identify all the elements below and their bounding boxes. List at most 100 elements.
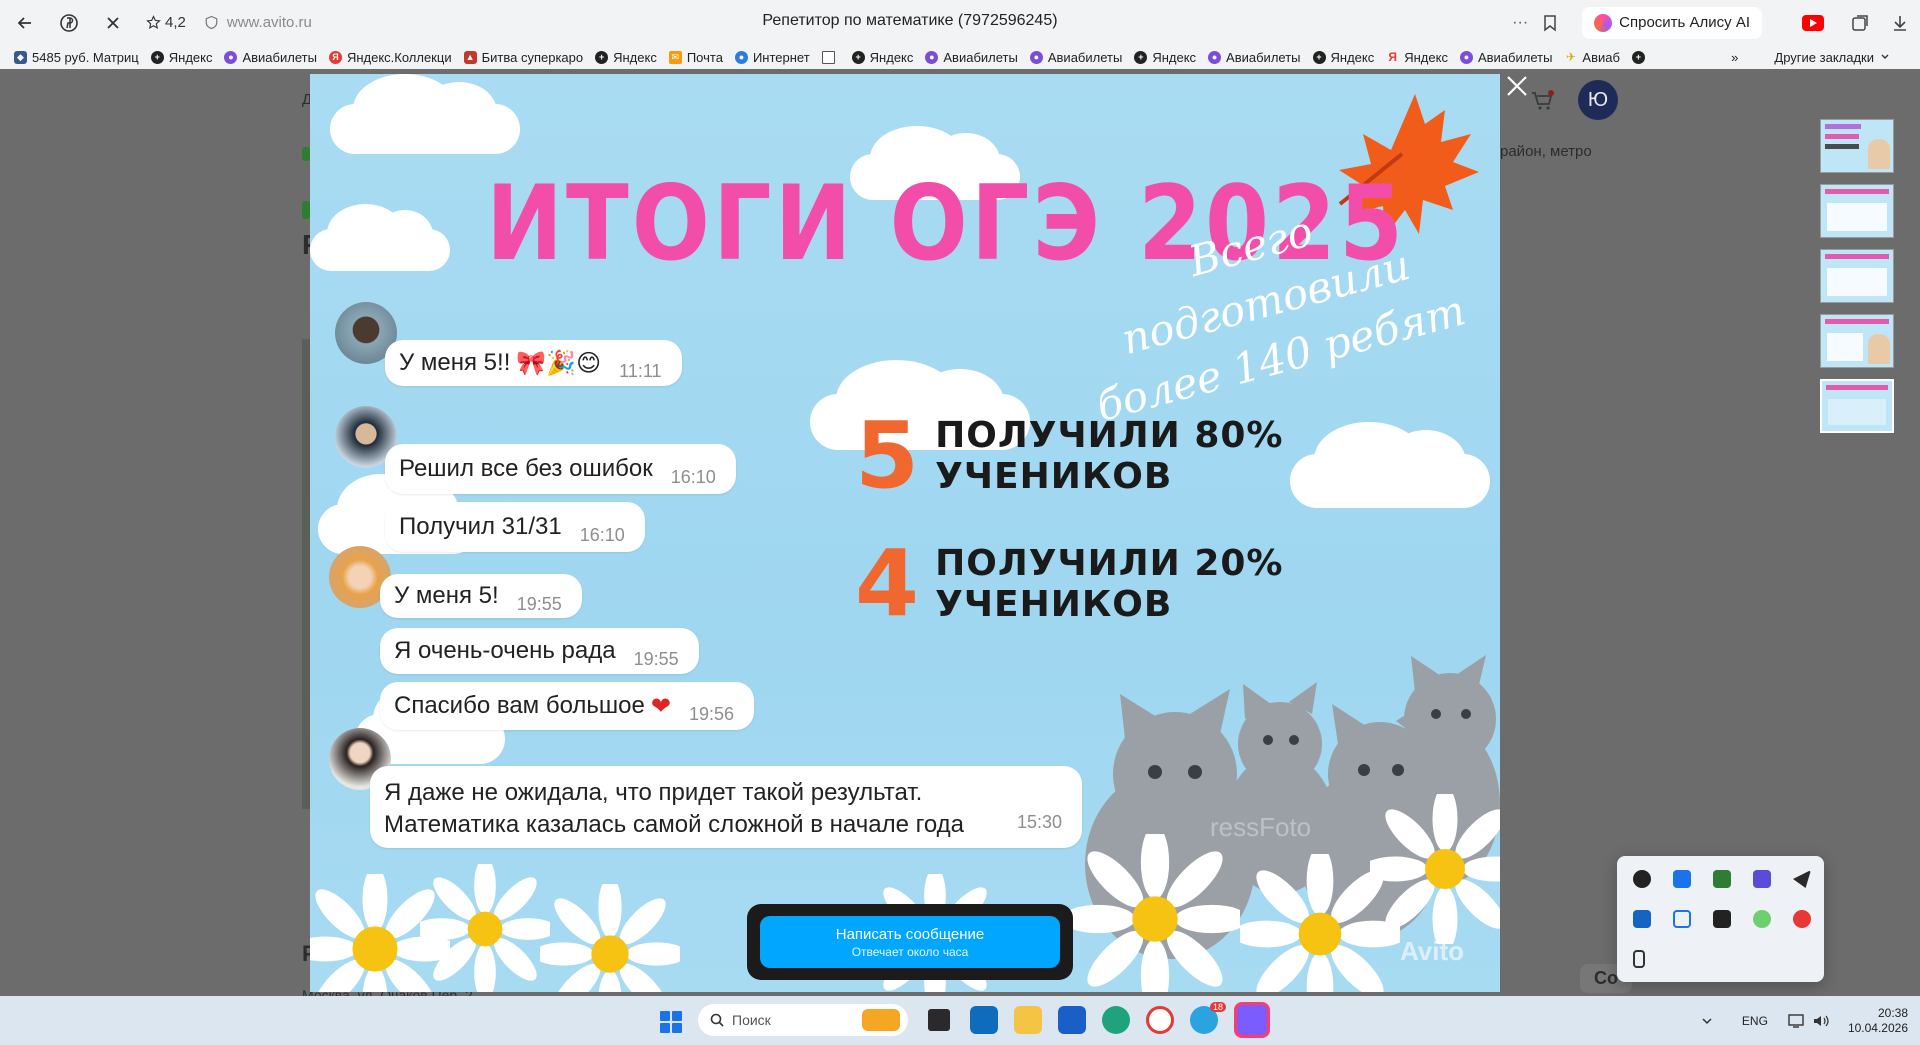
gallery-strip	[302, 339, 310, 809]
bookmark-item[interactable]: ● Авиабилеты	[1029, 50, 1122, 65]
yandex-browser-icon[interactable]	[1146, 1006, 1174, 1034]
collections-icon[interactable]	[1850, 13, 1870, 33]
taskbar-search[interactable]: Поиск	[698, 1004, 908, 1036]
cart-icon[interactable]	[1530, 90, 1554, 112]
globe-icon: ●	[1208, 50, 1222, 64]
bookmark-item[interactable]: + Яндекс	[595, 50, 657, 65]
file-explorer-icon[interactable]	[1014, 1006, 1042, 1034]
screen-recorder-icon[interactable]	[1234, 1002, 1270, 1038]
bookmark-item[interactable]: ✈ Авиаб	[1564, 50, 1620, 65]
alice-label: Спросить Алису AI	[1619, 14, 1750, 31]
thumb-title	[1825, 144, 1859, 149]
bookmark-item[interactable]: +	[1631, 50, 1650, 64]
stat-row-5: 5 ПОЛУЧИЛИ 80% УЧЕНИКОВ	[855, 402, 1500, 509]
bookmark-item[interactable]: ● Интернет	[734, 50, 810, 65]
store-icon[interactable]	[1058, 1006, 1086, 1034]
bookmark-item[interactable]: + Яндекс	[1134, 50, 1196, 65]
snipping-tray-icon[interactable]	[1673, 910, 1691, 928]
bookmark-item[interactable]: ● Авиабилеты	[1208, 50, 1301, 65]
telegram-tray-icon[interactable]	[1793, 870, 1811, 888]
chat-message: Спасибо вам большое ❤ 19:56	[380, 682, 755, 730]
bookmark-item[interactable]: ● Авиабилеты	[925, 50, 1018, 65]
plus-icon: +	[1312, 50, 1326, 64]
chevron-down-icon	[1881, 54, 1889, 59]
write-message-label: Написать сообщение	[835, 925, 985, 943]
language-indicator[interactable]: ENG	[1742, 1014, 1768, 1028]
yandex-icon: Я	[328, 50, 342, 64]
bookmark-item[interactable]	[821, 50, 840, 64]
gallery-thumbnail-active[interactable]	[1820, 379, 1894, 433]
gallery-thumbnail[interactable]	[1820, 314, 1894, 368]
globe-icon: ●	[925, 50, 939, 64]
youtube-icon[interactable]	[1802, 14, 1824, 31]
contact-panel: Написать сообщение Отвечает около часа	[747, 904, 1073, 980]
bookmark-item[interactable]: + Яндекс	[1312, 50, 1374, 65]
message-emoji: 🎀🎉😊	[516, 349, 602, 377]
site-rating[interactable]: 4,2	[146, 14, 186, 31]
plane-icon: ✈	[1565, 50, 1576, 64]
thumb-body	[1827, 203, 1887, 231]
start-button[interactable]	[660, 1011, 682, 1033]
monitor-tray-icon[interactable]	[1633, 910, 1651, 928]
bookmarks-chevron-button[interactable]: »	[1731, 50, 1738, 65]
windows-logo-pane	[672, 1011, 682, 1021]
bookmark-item[interactable]: Я Яндекс.Коллекци	[328, 50, 452, 65]
other-bookmarks-button[interactable]: Другие закладки	[1774, 50, 1874, 65]
bookmark-item[interactable]: Я Яндекс	[1386, 50, 1448, 65]
bookmark-item[interactable]: ▲ Битва суперкаро	[463, 50, 583, 65]
clock[interactable]: 20:38 10.04.2026	[1848, 1006, 1908, 1036]
qq-tray-icon[interactable]	[1633, 870, 1651, 888]
terminal-tray-icon[interactable]	[1713, 910, 1731, 928]
bookmark-item[interactable]: ✉ Почта	[668, 50, 723, 65]
bookmark-item[interactable]: ● Авиабилеты	[1459, 50, 1552, 65]
yandex-tray-icon[interactable]	[1793, 910, 1811, 928]
bookmark-icon[interactable]	[1542, 14, 1558, 32]
volume-icon[interactable]	[1812, 1013, 1830, 1029]
bookmark-item[interactable]: ● Авиабилеты	[224, 50, 317, 65]
chat-message: Я очень-очень рада 19:55	[380, 628, 699, 674]
message-text: Получил 31/31	[399, 513, 562, 540]
gallery-thumbnail[interactable]	[1820, 184, 1894, 238]
screen-recorder-tray-icon[interactable]	[1753, 870, 1771, 888]
network-icon[interactable]	[1788, 1013, 1806, 1029]
address-bar[interactable]: www.avito.ru	[204, 14, 312, 31]
outlook-icon[interactable]	[970, 1006, 998, 1034]
download-icon[interactable]	[1890, 13, 1910, 33]
user-avatar[interactable]: Ю	[1578, 80, 1618, 120]
more-options-button[interactable]: ···	[1512, 14, 1528, 32]
bookmark-item[interactable]: + Яндекс	[851, 50, 913, 65]
gallery-thumbnail[interactable]	[1820, 249, 1894, 303]
yandex-home-button[interactable]	[50, 6, 88, 40]
nvidia-tray-icon[interactable]	[1713, 870, 1731, 888]
task-view-icon[interactable]	[928, 1009, 950, 1031]
back-button[interactable]	[6, 6, 44, 40]
telegram-icon[interactable]: 18	[1190, 1002, 1226, 1034]
gallery-thumbnail[interactable]	[1820, 119, 1894, 173]
bookmark-item[interactable]: ◆ 5485 руб. Матриц	[14, 50, 139, 65]
thumb-title	[1825, 124, 1861, 129]
edge-icon[interactable]	[1102, 1006, 1130, 1034]
bing-tray-icon[interactable]	[1673, 870, 1691, 888]
avito-watermark: Avito	[1400, 936, 1465, 966]
plus-icon: +	[851, 50, 865, 64]
green-badge	[302, 147, 310, 161]
ask-alice-button[interactable]: Спросить Алису AI	[1582, 6, 1762, 39]
chat-message: У меня 5! 19:55	[380, 574, 582, 618]
windows-taskbar: Поиск 18 ENG 20:38 10.04.2026	[0, 996, 1920, 1045]
usb-tray-icon[interactable]	[1633, 950, 1645, 968]
stop-loading-button[interactable]	[94, 6, 132, 40]
message-text: У меня 5!!	[399, 349, 511, 376]
close-icon	[1507, 76, 1527, 96]
plus-icon: +	[150, 50, 164, 64]
close-gallery-button[interactable]	[1503, 72, 1531, 100]
gallery-main-image[interactable]: ИТОГИ ОГЭ 2025 Всего подготовили более 1…	[310, 74, 1500, 992]
write-message-button[interactable]: Написать сообщение Отвечает около часа	[760, 916, 1060, 968]
green-badge	[302, 201, 310, 219]
vpn-tray-icon[interactable]	[1753, 910, 1771, 928]
url-text: www.avito.ru	[226, 14, 312, 31]
rating-value: 4,2	[165, 14, 186, 31]
chevron-up-icon[interactable]	[1700, 1014, 1714, 1028]
globe-icon: ●	[734, 50, 748, 64]
daisy-flower	[1370, 794, 1500, 944]
bookmark-item[interactable]: + Яндекс	[150, 50, 212, 65]
